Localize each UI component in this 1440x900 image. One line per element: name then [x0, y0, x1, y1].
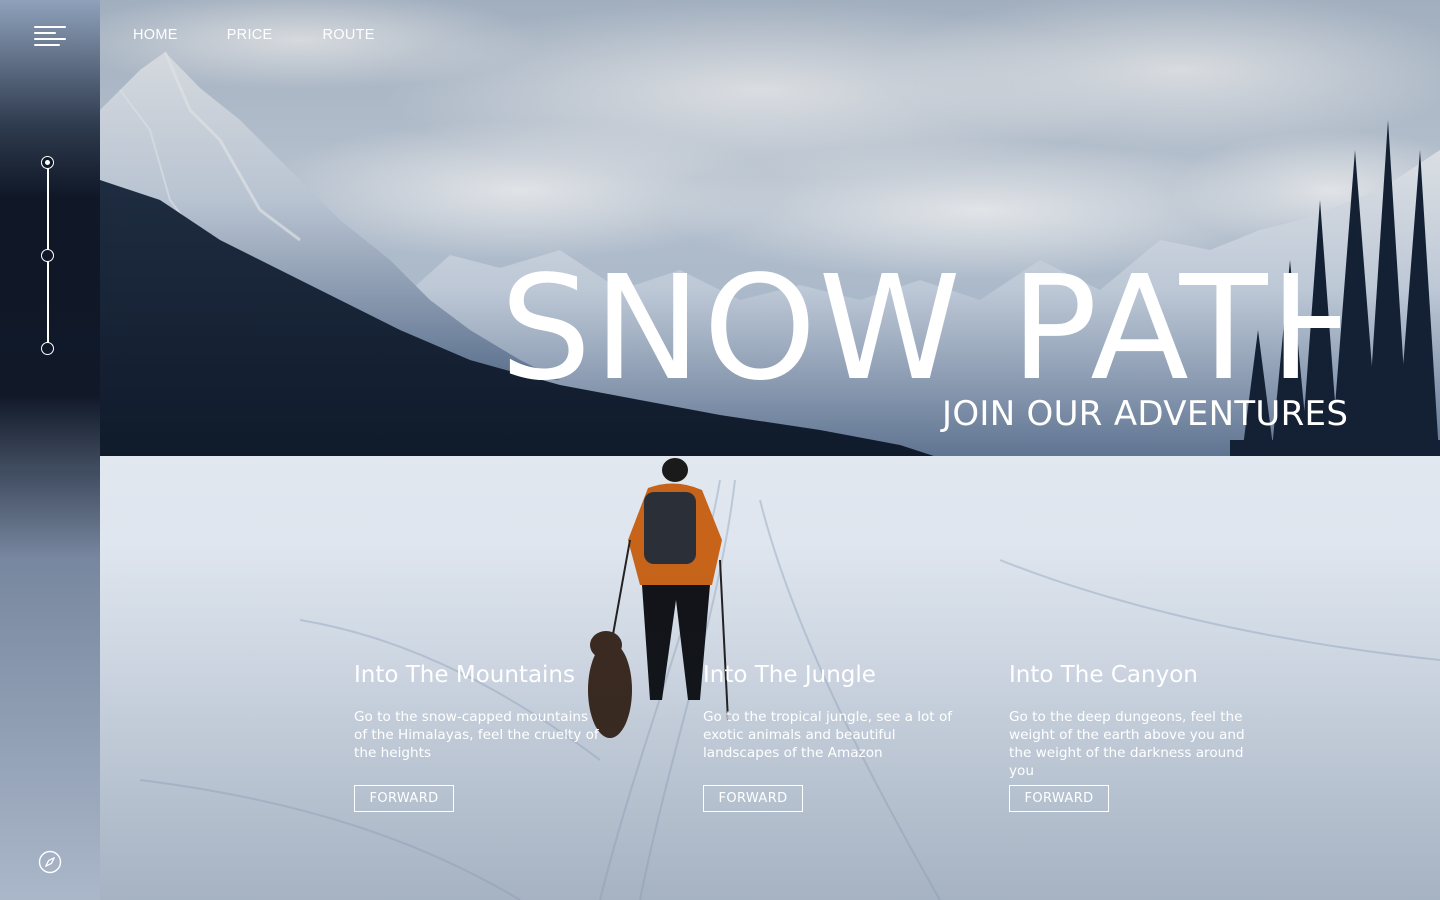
card-title: Into The Mountains	[354, 662, 575, 688]
sidebar	[0, 0, 100, 900]
hero-title: SNOW PATH	[500, 258, 1340, 398]
slide-dot-1[interactable]	[41, 156, 54, 169]
card-jungle: Into The Jungle Go to the tropical jungl…	[703, 660, 963, 812]
card-mountains: Into The Mountains Go to the snow-capped…	[354, 660, 614, 812]
forward-button[interactable]: FORWARD	[703, 785, 803, 812]
card-description: Go to the deep dungeons, feel the weight…	[1009, 709, 1245, 779]
slide-dot-3[interactable]	[41, 342, 54, 355]
nav-route-link[interactable]: ROUTE	[323, 27, 375, 43]
slide-navigation	[40, 154, 56, 356]
compass-icon[interactable]	[38, 850, 62, 874]
card-description: Go to the snow-capped mountains of the H…	[354, 709, 599, 761]
card-title: Into The Jungle	[703, 662, 876, 688]
forward-button[interactable]: FORWARD	[1009, 785, 1109, 812]
card-description: Go to the tropical jungle, see a lot of …	[703, 709, 953, 761]
top-navigation: HOME PRICE ROUTE	[133, 27, 375, 43]
card-canyon: Into The Canyon Go to the deep dungeons,…	[1009, 660, 1269, 812]
nav-home-link[interactable]: HOME	[133, 27, 178, 43]
hero-subtitle: JOIN OUR ADVENTURES	[942, 394, 1349, 434]
nav-price-link[interactable]: PRICE	[227, 27, 273, 43]
card-title: Into The Canyon	[1009, 662, 1198, 688]
forward-button[interactable]: FORWARD	[354, 785, 454, 812]
page: HOME PRICE ROUTE SNOW PATH JOIN OUR ADVE…	[0, 0, 1440, 900]
hamburger-menu-icon[interactable]	[34, 26, 68, 48]
slide-dot-2[interactable]	[41, 249, 54, 262]
